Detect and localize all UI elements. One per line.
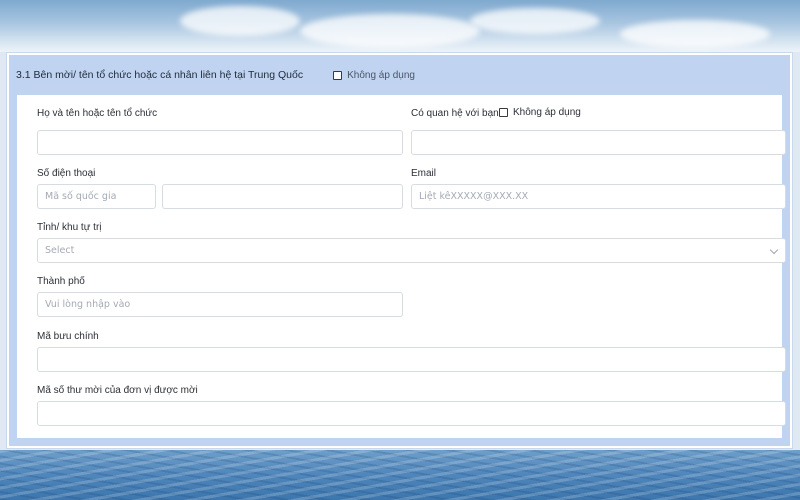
postal-label: Mã bưu chính bbox=[37, 331, 99, 342]
country-code-input[interactable]: Mã số quốc gia bbox=[37, 184, 156, 209]
email-input[interactable]: Liệt kêXXXXX@XXX.XX bbox=[411, 184, 786, 209]
relation-label: Có quan hệ với bạn bbox=[411, 108, 499, 119]
relation-not-applicable-label: Không áp dụng bbox=[513, 107, 581, 118]
city-input[interactable]: Vui lòng nhập vào bbox=[37, 292, 403, 317]
background-sea bbox=[0, 450, 800, 500]
background-sky bbox=[0, 0, 800, 52]
section-header: 3.1 Bên mời/ tên tổ chức hoặc cá nhân li… bbox=[9, 55, 790, 95]
chevron-down-icon bbox=[769, 245, 779, 255]
invitation-label: Mã số thư mời của đơn vị được mời bbox=[37, 385, 198, 396]
section-not-applicable-label: Không áp dụng bbox=[347, 69, 415, 81]
name-input[interactable] bbox=[37, 130, 403, 155]
postal-input[interactable] bbox=[37, 347, 786, 372]
contact-in-china-panel: 3.1 Bên mời/ tên tổ chức hoặc cá nhân li… bbox=[6, 52, 793, 449]
relation-not-applicable-checkbox[interactable] bbox=[499, 108, 508, 117]
city-label: Thành phố bbox=[37, 276, 85, 287]
relation-input[interactable] bbox=[411, 130, 786, 155]
relation-not-applicable[interactable]: Không áp dụng bbox=[499, 107, 581, 118]
form-body: Họ và tên hoặc tên tổ chức Có quan hệ vớ… bbox=[9, 95, 790, 446]
name-label: Họ và tên hoặc tên tổ chức bbox=[37, 108, 158, 119]
invitation-input[interactable] bbox=[37, 401, 786, 426]
section-not-applicable[interactable]: Không áp dụng bbox=[333, 70, 415, 81]
section-title: 3.1 Bên mời/ tên tổ chức hoặc cá nhân li… bbox=[16, 69, 304, 81]
phone-label: Số điện thoại bbox=[37, 168, 96, 179]
phone-input[interactable] bbox=[162, 184, 403, 209]
section-not-applicable-checkbox[interactable] bbox=[333, 70, 343, 80]
province-select-value: Select bbox=[45, 245, 75, 256]
province-label: Tỉnh/ khu tự trị bbox=[37, 222, 102, 233]
province-select[interactable]: Select bbox=[37, 238, 786, 263]
email-label: Email bbox=[411, 168, 437, 179]
